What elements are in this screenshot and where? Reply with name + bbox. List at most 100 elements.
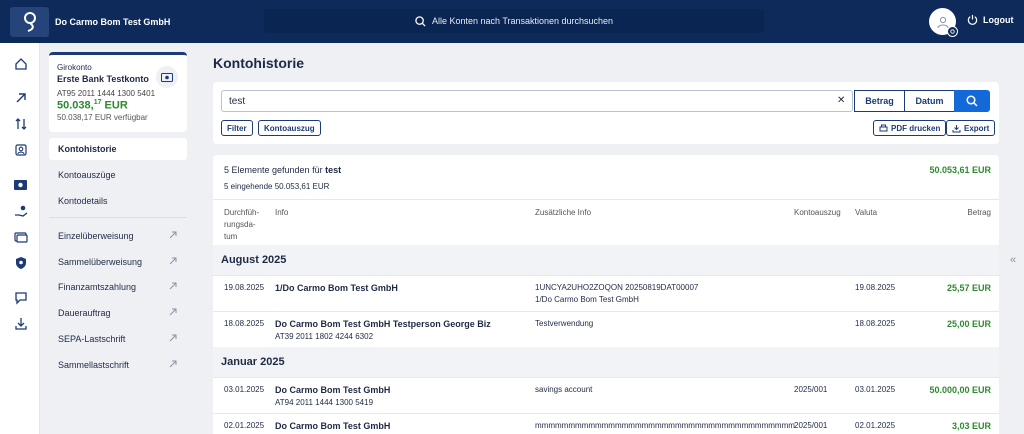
account-iban: AT95 2011 1444 1300 5401 — [57, 89, 156, 98]
subnav-item-einzelueberweisung[interactable]: Einzelüberweisung — [49, 225, 187, 247]
export-icon — [952, 124, 961, 132]
subnav-item-kontoauszuege[interactable]: Kontoauszüge — [49, 164, 187, 186]
subnav-item-kontohistorie[interactable]: Kontohistorie — [49, 138, 187, 160]
subnav-item-dauerauftrag[interactable]: Dauerauftrag — [49, 302, 187, 324]
row-info: Do Carmo Bom Test GmbH — [275, 385, 391, 395]
results-incoming: 5 eingehende 50.053,61 EUR — [224, 182, 330, 191]
logout-button[interactable]: Logout — [967, 14, 1014, 25]
row-extra: mmmmmmmmmmmmmmmmmmmmmmmmmmmmmmmmmmmmmmm — [535, 421, 795, 430]
row-statement: 2025/001 — [794, 385, 828, 394]
clear-search-icon[interactable]: ✕ — [837, 95, 845, 106]
subnav-label: Einzelüberweisung — [58, 231, 134, 241]
logout-label: Logout — [983, 14, 1014, 25]
row-date: 18.08.2025 — [224, 319, 265, 328]
external-arrow-icon — [169, 282, 177, 290]
app-logo[interactable] — [10, 6, 49, 37]
subnav-label: Kontodetails — [58, 196, 108, 206]
subnav-item-sepa-lastschrift[interactable]: SEPA-Lastschrift — [49, 328, 187, 350]
column-header-info[interactable]: Info — [275, 207, 288, 219]
results-term: test — [325, 165, 342, 175]
row-info: Do Carmo Bom Test GmbH — [275, 421, 391, 431]
search-button[interactable] — [954, 90, 990, 112]
divider — [213, 311, 999, 312]
divider — [213, 275, 999, 276]
account-available: 50.038,17 EUR verfügbar — [57, 112, 148, 122]
sort-amount-button[interactable]: Betrag — [854, 90, 905, 112]
power-icon — [967, 14, 978, 25]
subnav-label: Kontohistorie — [58, 144, 117, 154]
search-panel: test ✕ Betrag Datum Filter Kontoauszug P… — [213, 82, 999, 144]
external-arrow-icon — [169, 308, 177, 316]
column-header-amount[interactable]: Betrag — [967, 207, 991, 219]
pdf-print-button[interactable]: PDF drucken — [873, 120, 947, 136]
row-extra: 1UNCYA2UHO2ZOQON 20250819DAT00007 — [535, 283, 699, 292]
logo-icon — [23, 11, 36, 32]
row-valuta: 18.08.2025 — [855, 319, 896, 328]
icon-rail — [0, 43, 40, 434]
settings-badge-icon — [947, 26, 958, 37]
search-icon — [415, 15, 426, 27]
avatar[interactable] — [929, 8, 958, 37]
column-header-extra[interactable]: Zusätzliche Info — [535, 207, 591, 219]
global-search[interactable]: Alle Konten nach Transaktionen durchsuch… — [264, 9, 764, 33]
balance-currency: EUR — [101, 99, 128, 112]
subnav-label: Finanzamtszahlung — [58, 282, 137, 292]
balance-main: 50.038, — [57, 99, 94, 112]
results-total: 50.053,61 EUR — [929, 165, 991, 175]
row-info: 1/Do Carmo Bom Test GmbH — [275, 283, 398, 293]
money-icon — [156, 66, 178, 88]
account-balance: 50.038,17 EUR — [57, 99, 179, 112]
column-header-date[interactable]: Durchfüh- rungsda- tum — [224, 207, 274, 243]
external-arrow-icon — [169, 257, 177, 265]
sort-date-button[interactable]: Datum — [904, 90, 955, 112]
row-valuta: 19.08.2025 — [855, 283, 896, 292]
subnav-item-sammellastschrift[interactable]: Sammellastschrift — [49, 354, 187, 376]
row-info-2: AT39 2011 1802 4244 6302 — [275, 332, 374, 341]
page-title: Kontohistorie — [213, 55, 304, 71]
collapse-panel-icon[interactable]: « — [1010, 254, 1016, 266]
column-header-statement[interactable]: Kontoauszug — [794, 207, 841, 219]
row-amount: 3,03 EUR — [951, 421, 991, 431]
cards-icon[interactable] — [13, 229, 28, 244]
transfer-arrows-icon[interactable] — [13, 116, 28, 131]
payment-hand-icon[interactable] — [13, 203, 28, 218]
row-statement: 2025/001 — [794, 421, 828, 430]
subnav-item-sammelueberweisung[interactable]: Sammelüberweisung — [49, 251, 187, 273]
home-icon[interactable] — [13, 56, 28, 71]
subnav-label: Sammellastschrift — [58, 360, 130, 370]
subnav-item-kontodetails[interactable]: Kontodetails — [49, 190, 187, 212]
row-date: 03.01.2025 — [224, 385, 265, 394]
contact-card-icon[interactable] — [13, 142, 28, 157]
download-icon[interactable] — [13, 316, 28, 331]
row-valuta: 02.01.2025 — [855, 421, 896, 430]
row-extra-2: 1/Do Carmo Bom Test GmbH — [535, 295, 639, 304]
sub-navigation: Girokonto Erste Bank Testkonto AT95 2011… — [40, 43, 195, 434]
results-summary: 5 Elemente gefunden für test — [224, 165, 341, 175]
subnav-label: Sammelüberweisung — [58, 257, 143, 267]
shield-icon[interactable] — [13, 255, 28, 270]
results-panel: 5 Elemente gefunden für test 5 eingehend… — [213, 155, 999, 434]
company-name: Do Carmo Bom Test GmbH — [55, 16, 171, 27]
pdf-print-label: PDF drucken — [891, 123, 941, 133]
account-card[interactable]: Girokonto Erste Bank Testkonto AT95 2011… — [49, 52, 187, 132]
outgoing-arrow-icon[interactable] — [13, 90, 28, 105]
subnav-label: Dauerauftrag — [58, 308, 111, 318]
row-amount: 25,57 EUR — [946, 283, 991, 293]
external-arrow-icon — [169, 231, 177, 239]
row-extra: Testverwendung — [535, 319, 594, 328]
transaction-search-input[interactable]: test — [221, 90, 853, 112]
column-header-valuta[interactable]: Valuta — [855, 207, 877, 219]
nav-divider — [49, 217, 187, 218]
divider — [213, 413, 999, 414]
row-valuta: 03.01.2025 — [855, 385, 896, 394]
divider — [213, 199, 999, 200]
search-icon — [966, 95, 978, 107]
row-date: 02.01.2025 — [224, 421, 265, 430]
subnav-item-finanzamtszahlung[interactable]: Finanzamtszahlung — [49, 276, 187, 298]
export-button[interactable]: Export — [946, 120, 996, 136]
filter-button[interactable]: Filter — [221, 120, 253, 136]
chat-icon[interactable] — [13, 290, 28, 305]
statement-button[interactable]: Kontoauszug — [258, 120, 321, 136]
account-icon[interactable] — [13, 177, 28, 192]
external-arrow-icon — [169, 334, 177, 342]
